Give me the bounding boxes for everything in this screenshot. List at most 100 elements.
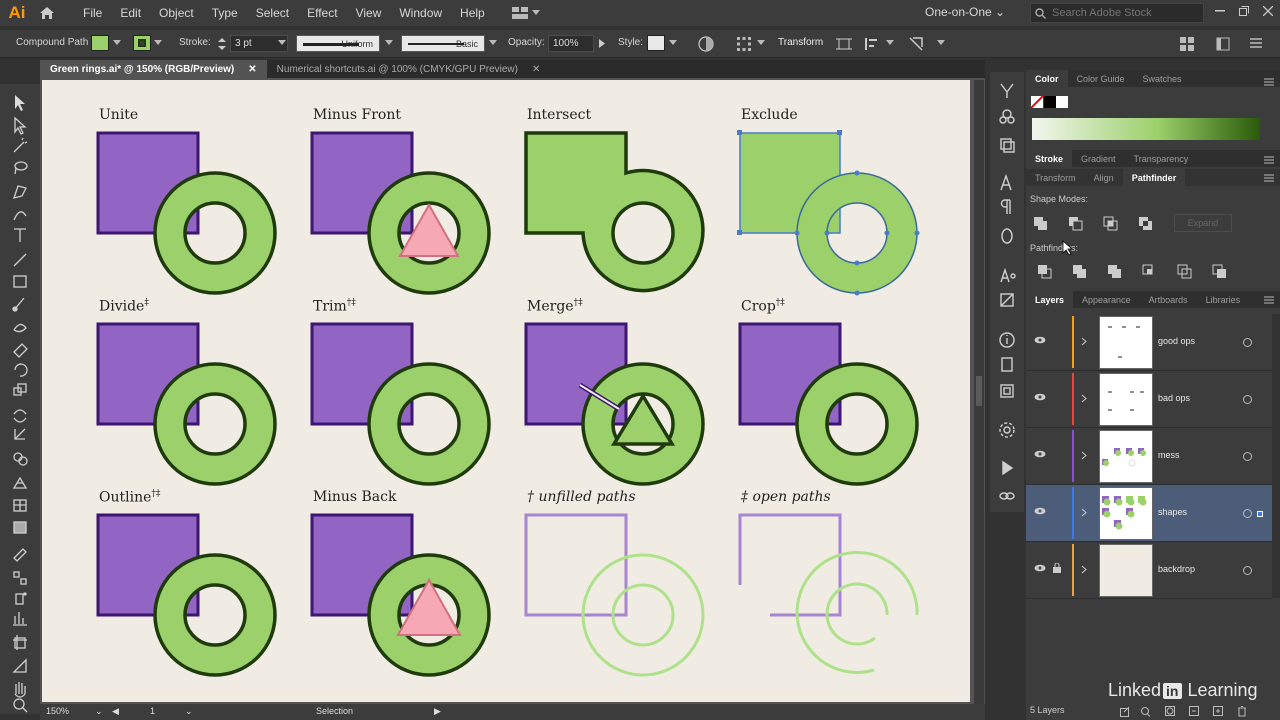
menu-icon[interactable]: [1250, 38, 1262, 48]
target-icon[interactable]: [1243, 566, 1252, 575]
arrange-icon[interactable]: [1180, 37, 1194, 51]
variable-width-profile-dropdown[interactable]: Uniform: [296, 35, 380, 52]
layer-name[interactable]: bad ops: [1158, 393, 1190, 403]
tab-transform[interactable]: Transform: [1026, 169, 1085, 186]
distribute-icon[interactable]: [908, 36, 924, 52]
selection-indicator[interactable]: [1257, 511, 1263, 517]
chevron-down-icon[interactable]: [886, 40, 894, 45]
layer-name[interactable]: good ops: [1158, 336, 1195, 346]
panel-menu-icon[interactable]: [1264, 296, 1274, 304]
home-icon[interactable]: [34, 0, 60, 26]
align-options-icon[interactable]: [864, 36, 880, 52]
layer-name[interactable]: backdrop: [1158, 564, 1195, 574]
tab-artboards[interactable]: Artboards: [1140, 291, 1197, 308]
chevron-down-icon[interactable]: [154, 40, 162, 45]
tab-layers[interactable]: Layers: [1026, 291, 1074, 308]
expand-button[interactable]: Expand: [1174, 214, 1232, 232]
tab-numerical-shortcuts[interactable]: Numerical shortcuts.ai @ 100% (CMYK/GPU …: [267, 60, 551, 78]
tab-gradient[interactable]: Gradient: [1072, 150, 1125, 167]
black-swatch[interactable]: [1044, 96, 1056, 108]
tab-color[interactable]: Color: [1026, 70, 1068, 87]
chevron-down-icon[interactable]: [937, 40, 945, 45]
arrange-documents-button[interactable]: [511, 7, 540, 19]
eye-icon[interactable]: [1034, 450, 1046, 458]
opacity-field[interactable]: 100%: [548, 35, 594, 52]
chevron-down-icon[interactable]: [385, 40, 393, 45]
eye-icon[interactable]: [1034, 336, 1046, 344]
transform-button[interactable]: Transform: [778, 37, 823, 48]
graphic-style-swatch[interactable]: [647, 35, 665, 51]
stepper-icon[interactable]: [218, 37, 226, 51]
menu-edit[interactable]: Edit: [111, 6, 150, 20]
menu-help[interactable]: Help: [451, 6, 494, 20]
chevron-down-icon[interactable]: [489, 40, 497, 45]
tab-libraries[interactable]: Libraries: [1197, 291, 1250, 308]
zoom-level[interactable]: 150%: [46, 706, 69, 716]
expand-arrow-icon[interactable]: [1081, 451, 1087, 460]
close-window-button[interactable]: [1256, 0, 1280, 22]
layer-shapes[interactable]: shapes: [1026, 485, 1272, 542]
menu-file[interactable]: File: [74, 6, 111, 20]
tab-align[interactable]: Align: [1085, 169, 1123, 186]
current-tool[interactable]: Selection: [316, 706, 353, 716]
chevron-down-icon[interactable]: ⌄: [185, 706, 193, 717]
vertical-scrollbar[interactable]: [974, 80, 984, 704]
panel-menu-icon[interactable]: [1264, 174, 1274, 182]
chevron-down-icon[interactable]: [757, 40, 765, 45]
chevron-right-icon[interactable]: [599, 39, 605, 48]
workspace-switcher[interactable]: One-on-One ⌄: [925, 5, 1005, 19]
white-swatch[interactable]: [1056, 96, 1068, 108]
target-icon[interactable]: [1243, 452, 1252, 461]
isolate-icon[interactable]: [836, 36, 852, 52]
brush-definition-dropdown[interactable]: Basic: [401, 35, 485, 52]
eye-icon[interactable]: [1034, 507, 1046, 515]
menu-effect[interactable]: Effect: [298, 6, 346, 20]
expand-arrow-icon[interactable]: [1081, 394, 1087, 403]
target-icon[interactable]: [1243, 338, 1252, 347]
layers-scrollbar[interactable]: [1272, 314, 1280, 598]
menu-type[interactable]: Type: [203, 6, 247, 20]
chevron-down-icon[interactable]: ⌄: [95, 706, 103, 717]
chevron-down-icon[interactable]: [669, 40, 677, 45]
layer-name[interactable]: mess: [1158, 450, 1180, 460]
tab-green-rings[interactable]: Green rings.ai* @ 150% (RGB/Preview) ✕: [40, 60, 267, 78]
search-input[interactable]: [1052, 7, 1192, 19]
tab-appearance[interactable]: Appearance: [1073, 291, 1140, 308]
scrollbar-thumb[interactable]: [976, 376, 982, 406]
maximize-button[interactable]: [1232, 0, 1256, 22]
layer-bad-ops[interactable]: bad ops: [1026, 371, 1272, 428]
expand-arrow-icon[interactable]: [1081, 508, 1087, 517]
layer-backdrop[interactable]: backdrop: [1026, 542, 1272, 599]
artboard-number[interactable]: 1: [150, 706, 155, 716]
fill-swatch[interactable]: [91, 35, 109, 51]
prev-artboard-icon[interactable]: ◀: [112, 706, 119, 717]
tab-transparency[interactable]: Transparency: [1125, 150, 1198, 167]
tab-swatches[interactable]: Swatches: [1134, 70, 1191, 87]
status-menu-icon[interactable]: ▶: [434, 706, 441, 717]
layer-name[interactable]: shapes: [1158, 507, 1187, 517]
close-icon[interactable]: ✕: [248, 64, 256, 75]
color-spectrum[interactable]: [1032, 118, 1260, 140]
expand-arrow-icon[interactable]: [1081, 565, 1087, 574]
chevron-down-icon[interactable]: [278, 40, 286, 45]
lock-icon[interactable]: [1053, 563, 1061, 573]
chevron-down-icon[interactable]: [113, 40, 121, 45]
target-icon[interactable]: [1243, 509, 1252, 518]
eye-icon[interactable]: [1034, 564, 1046, 572]
stroke-swatch[interactable]: [133, 35, 151, 51]
tab-stroke[interactable]: Stroke: [1026, 150, 1073, 167]
layer-mess[interactable]: mess: [1026, 428, 1272, 485]
eye-icon[interactable]: [1034, 393, 1046, 401]
menu-object[interactable]: Object: [150, 6, 203, 20]
tab-pathfinder[interactable]: Pathfinder: [1122, 169, 1186, 186]
panel-menu-icon[interactable]: [1264, 156, 1274, 164]
close-icon[interactable]: ✕: [532, 64, 540, 75]
target-icon[interactable]: [1243, 395, 1252, 404]
panel-menu-icon[interactable]: [1264, 78, 1274, 86]
search-stock-field[interactable]: [1030, 3, 1204, 23]
menu-select[interactable]: Select: [247, 6, 298, 20]
minimize-button[interactable]: [1208, 0, 1232, 22]
expand-arrow-icon[interactable]: [1081, 337, 1087, 346]
align-grid-icon[interactable]: [736, 36, 752, 52]
layer-good-ops[interactable]: good ops: [1026, 314, 1272, 371]
